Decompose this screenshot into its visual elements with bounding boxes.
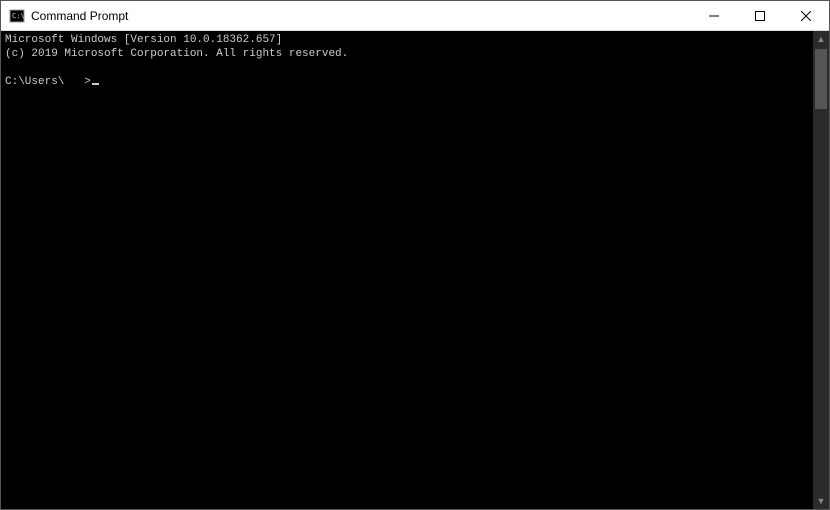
terminal-area: Microsoft Windows [Version 10.0.18362.65…: [1, 31, 829, 509]
maximize-icon: [755, 11, 765, 21]
window-title: Command Prompt: [31, 9, 128, 23]
cursor: [92, 83, 99, 85]
scroll-down-icon[interactable]: ▼: [813, 493, 829, 509]
terminal-output[interactable]: Microsoft Windows [Version 10.0.18362.65…: [1, 31, 813, 509]
version-line: Microsoft Windows [Version 10.0.18362.65…: [5, 34, 282, 46]
scroll-up-icon[interactable]: ▲: [813, 31, 829, 47]
vertical-scrollbar[interactable]: ▲ ▼: [813, 31, 829, 509]
prompt-line: C:\Users\ >: [5, 76, 99, 88]
close-icon: [801, 11, 811, 21]
cmd-icon: C:\: [9, 8, 25, 24]
minimize-button[interactable]: [691, 1, 737, 30]
svg-text:C:\: C:\: [12, 12, 25, 20]
close-button[interactable]: [783, 1, 829, 30]
minimize-icon: [709, 11, 719, 21]
scroll-thumb[interactable]: [815, 49, 827, 109]
command-prompt-window: C:\ Command Prompt: [0, 0, 830, 510]
titlebar-controls: [691, 1, 829, 30]
copyright-line: (c) 2019 Microsoft Corporation. All righ…: [5, 48, 348, 60]
titlebar-left: C:\ Command Prompt: [1, 8, 691, 24]
titlebar[interactable]: C:\ Command Prompt: [1, 1, 829, 31]
maximize-button[interactable]: [737, 1, 783, 30]
prompt-text: C:\Users\ >: [5, 76, 91, 88]
